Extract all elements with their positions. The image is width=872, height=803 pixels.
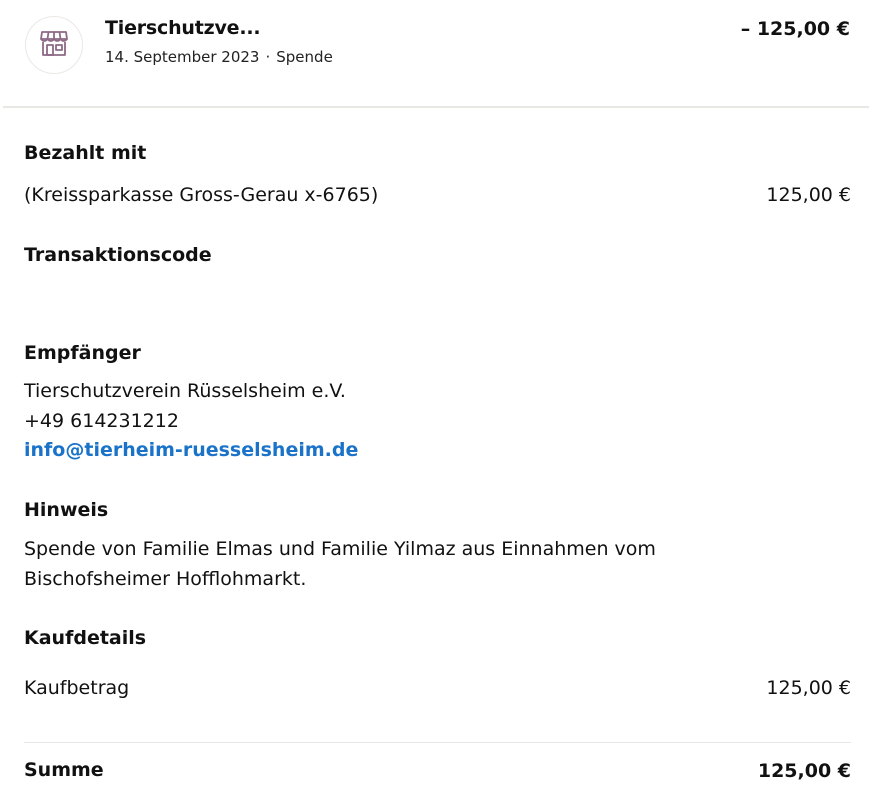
transaction-meta: 14. September 2023 · Spende: [105, 48, 333, 66]
payment-amount: 125,00 €: [766, 184, 851, 206]
header-amount: – 125,00 €: [740, 18, 850, 40]
recipient-email-link[interactable]: info@tierheim-ruesselsheim.de: [24, 439, 358, 461]
payment-source: (Kreissparkasse Gross-Gerau x-6765): [24, 184, 379, 206]
purchase-details-title: Kaufdetails: [24, 627, 147, 649]
note-title: Hinweis: [24, 499, 109, 521]
recipient-title: Empfänger: [24, 342, 141, 364]
transaction-type: Spende: [276, 48, 333, 66]
total-amount: 125,00 €: [757, 760, 851, 782]
payment-method-title: Bezahlt mit: [24, 142, 147, 164]
transaction-header: Tierschutzve... 14. September 2023 · Spend…: [3, 0, 869, 108]
merchant-name: Tierschutzve...: [105, 17, 261, 39]
note-text-line-1: Spende von Familie Elmas und Familie Yil…: [24, 538, 656, 560]
merchant-avatar: [25, 16, 83, 74]
recipient-phone: +49 614231212: [24, 410, 179, 432]
total-divider: [24, 742, 851, 743]
meta-separator: ·: [265, 48, 271, 66]
total-label: Summe: [24, 759, 104, 781]
transaction-date: 14. September 2023: [105, 48, 260, 66]
note-text-line-2: Bischofsheimer Hofflohmarkt.: [24, 568, 307, 590]
transaction-code-title: Transaktionscode: [24, 244, 212, 266]
purchase-amount: 125,00 €: [766, 677, 851, 699]
recipient-name: Tierschutzverein Rüsselsheim e.V.: [24, 380, 346, 402]
store-icon: [39, 29, 69, 61]
purchase-amount-label: Kaufbetrag: [24, 677, 130, 699]
